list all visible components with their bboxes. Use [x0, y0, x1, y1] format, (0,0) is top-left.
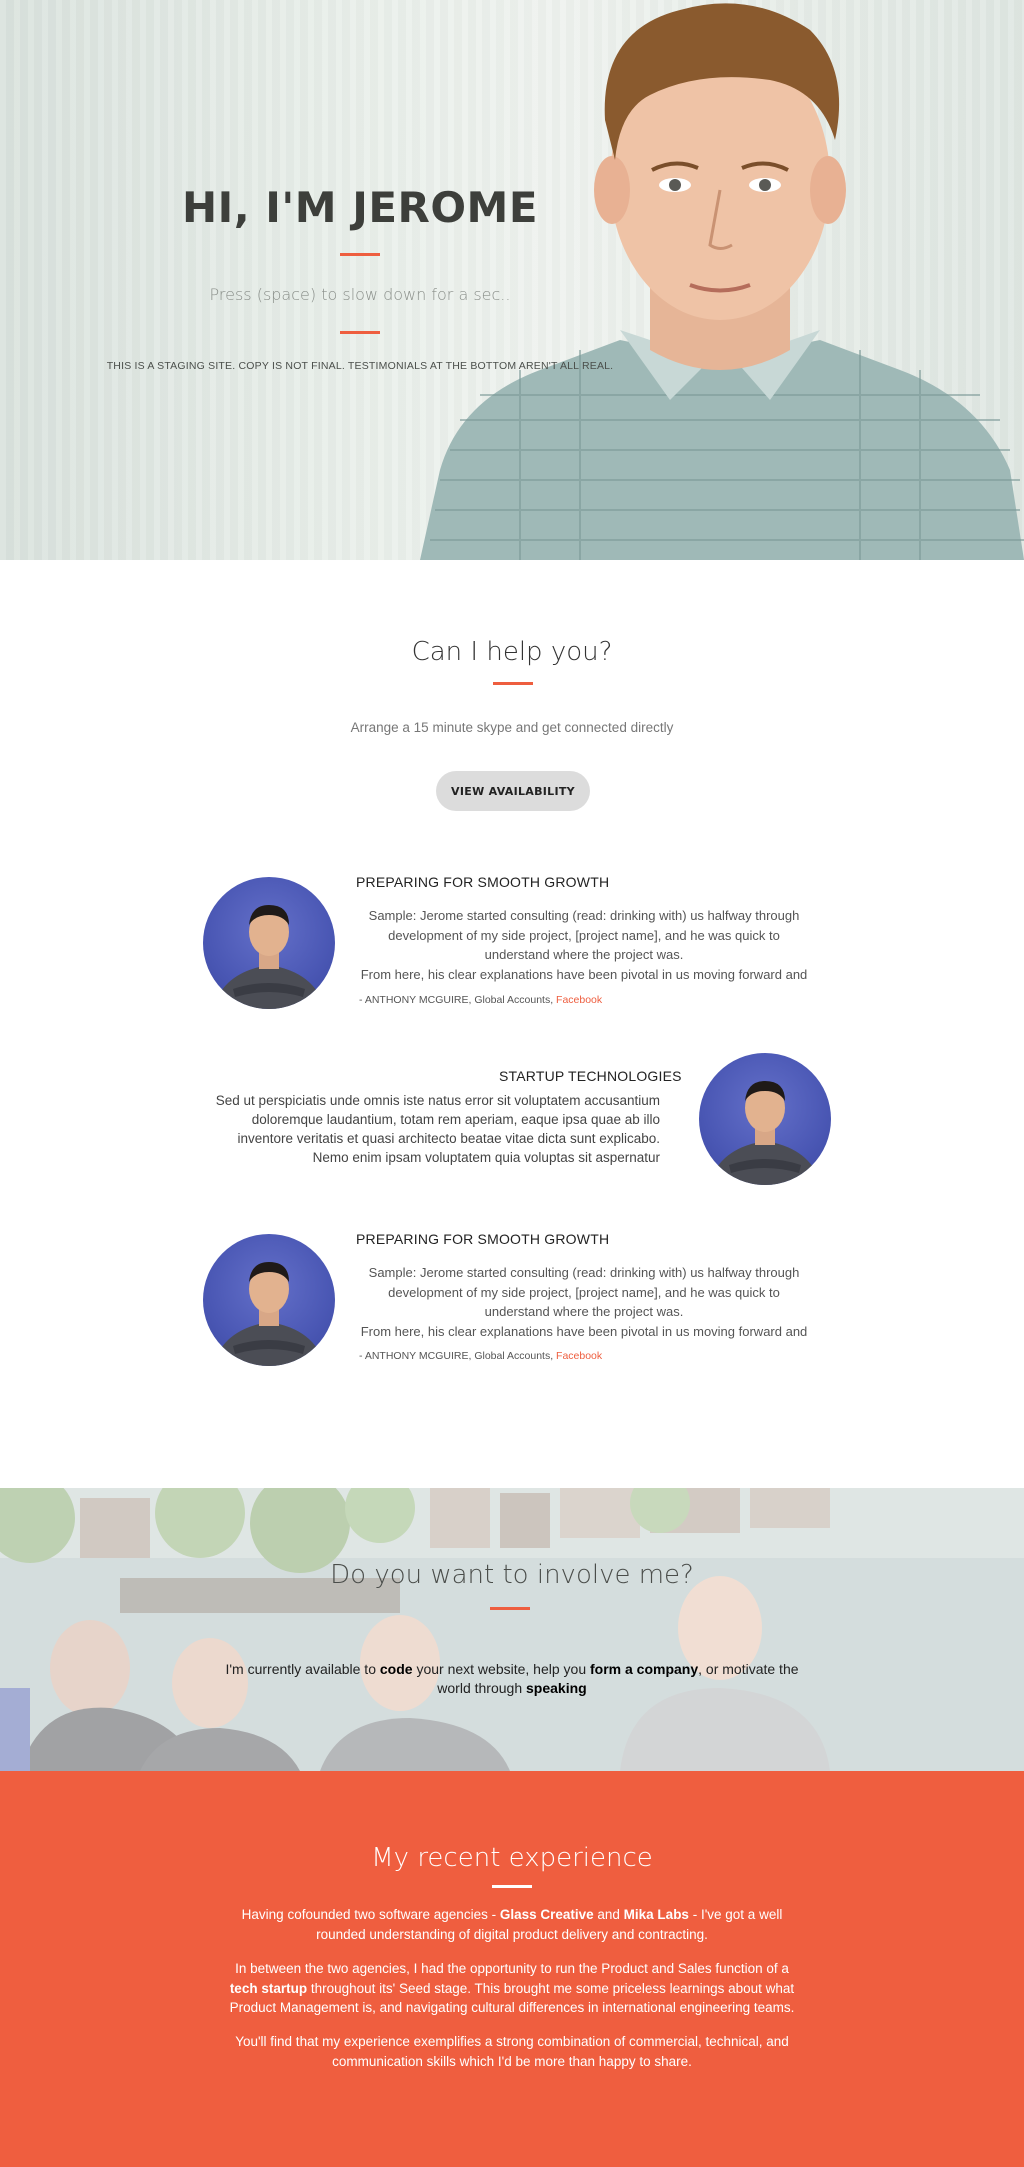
hero-subtitle: Press (space) to slow down for a sec..	[209, 285, 511, 304]
testimonial-line: Sed ut perspiciatis unde omnis iste natu…	[215, 1093, 660, 1108]
help-heading-underline	[493, 682, 533, 685]
testimonial-author: - ANTHONY MCGUIRE, Global Accounts, Face…	[359, 1350, 602, 1362]
involve-overlay	[0, 1488, 1024, 1771]
testimonial-author-name: - ANTHONY MCGUIRE, Global Accounts,	[359, 1350, 557, 1362]
experience-paragraph-3: You'll find that my experience exemplifi…	[235, 2034, 789, 2069]
testimonial-line: development of my side project, [project…	[388, 927, 780, 943]
person-portrait-icon	[213, 905, 325, 1009]
testimonial-author-name: - ANTHONY MCGUIRE, Global Accounts,	[359, 994, 557, 1006]
experience-heading: My recent experience	[371, 1843, 653, 1873]
hero-title: HI, I'M JEROME	[181, 183, 539, 232]
testimonial-line: inventore veritatis et quasi architecto …	[237, 1131, 661, 1146]
involve-highlight-code: code	[379, 1661, 413, 1677]
hero-section: HI, I'M JEROME Press (space) to slow dow…	[0, 0, 1024, 560]
experience-highlight: Mika Labs	[623, 1907, 689, 1922]
person-portrait-icon	[213, 1262, 325, 1366]
experience-paragraph-1: Having cofounded two software agencies -…	[222, 1905, 802, 1944]
testimonial-line: doloremque laudantium, totam rem aperiam…	[251, 1112, 660, 1127]
testimonial-line: understand where the project was.	[484, 1304, 684, 1319]
view-availability-button[interactable]: VIEW AVAILABILITY	[436, 771, 590, 811]
testimonial-body: Sed ut perspiciatis unde omnis iste natu…	[150, 1091, 660, 1167]
staging-notice: THIS IS A STAGING SITE. COPY IS NOT FINA…	[106, 360, 614, 372]
testimonial-line: Sample: Jerome started consulting (read:…	[368, 908, 800, 923]
testimonial-avatar	[203, 1234, 335, 1366]
testimonial-line: development of my side project, [project…	[388, 1284, 780, 1300]
involve-highlight-company: form a company	[590, 1661, 699, 1677]
involve-heading-underline	[490, 1607, 530, 1610]
testimonial-line: From here, his clear explanations have b…	[360, 1323, 808, 1339]
help-heading: Can I help you?	[411, 637, 613, 667]
help-subtitle: Arrange a 15 minute skype and get connec…	[350, 720, 674, 735]
testimonial-title: STARTUP TECHNOLOGIES	[499, 1068, 682, 1084]
experience-text: throughout its' Seed stage. This brought…	[229, 1980, 795, 2016]
involve-text: I'm currently available to code your nex…	[212, 1660, 812, 1698]
testimonial-title: PREPARING FOR SMOOTH GROWTH	[356, 1231, 610, 1247]
involve-heading: Do you want to involve me?	[330, 1560, 694, 1590]
testimonial-company-link[interactable]: Facebook	[556, 994, 602, 1006]
involve-highlight-speaking: speaking	[526, 1680, 587, 1696]
experience-text: In between the two agencies, I had the o…	[235, 1961, 789, 1976]
experience-text: and	[593, 1907, 624, 1922]
hero-portrait-image	[420, 3, 1024, 560]
testimonial-author: - ANTHONY MCGUIRE, Global Accounts, Face…	[359, 994, 602, 1006]
experience-text: Having cofounded two software agencies -	[241, 1907, 500, 1922]
testimonial-line: From here, his clear explanations have b…	[360, 966, 808, 982]
hero-title-underline	[340, 253, 380, 256]
testimonial-line: understand where the project was.	[484, 947, 684, 962]
hero-divider	[340, 331, 380, 334]
testimonial-line: Sample: Jerome started consulting (read:…	[368, 1265, 800, 1280]
testimonial-avatar	[699, 1053, 831, 1185]
person-portrait-icon	[709, 1081, 821, 1185]
experience-heading-underline	[492, 1885, 532, 1888]
testimonial-company-link[interactable]: Facebook	[556, 1350, 602, 1362]
experience-paragraph-2: In between the two agencies, I had the o…	[222, 1959, 802, 2018]
involve-text-part: your next website, help you	[412, 1661, 590, 1677]
experience-highlight: tech startup	[229, 1980, 308, 1996]
involve-section	[0, 1488, 1024, 1771]
experience-highlight: Glass Creative	[499, 1907, 594, 1922]
testimonial-title: PREPARING FOR SMOOTH GROWTH	[356, 874, 610, 890]
testimonial-line: Nemo enim ipsam voluptatem quia voluptas…	[312, 1150, 660, 1165]
testimonial-body: Sample: Jerome started consulting (read:…	[356, 1263, 812, 1341]
involve-text-part: I'm currently available to	[225, 1661, 380, 1677]
testimonial-avatar	[203, 877, 335, 1009]
testimonial-body: Sample: Jerome started consulting (read:…	[356, 906, 812, 984]
